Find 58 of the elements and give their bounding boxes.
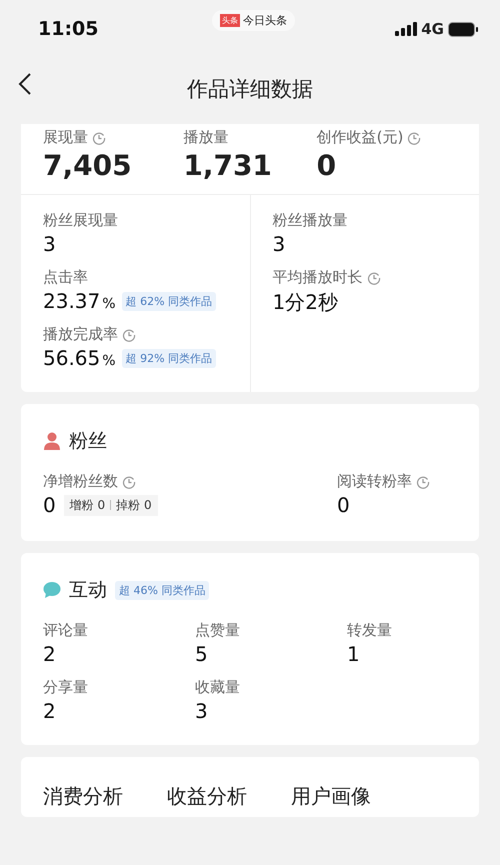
rank-badge: 超 62% 同类作品 bbox=[122, 292, 216, 310]
metric-value: 3 bbox=[43, 232, 56, 256]
metric-label: 点赞量 bbox=[195, 621, 241, 640]
rank-badge: 超 46% 同类作品 bbox=[115, 580, 210, 600]
rank-badge: 超 92% 同类作品 bbox=[122, 348, 216, 368]
metric-label: 粉丝展现量 bbox=[43, 211, 118, 230]
metric-value: 56.65 bbox=[43, 346, 100, 370]
unit-label: % bbox=[102, 353, 116, 369]
metric-label: 阅读转粉率 bbox=[337, 472, 412, 491]
signal-icon bbox=[395, 22, 418, 36]
metric-value: 2 bbox=[43, 699, 57, 723]
analysis-tab[interactable]: 用户画像 bbox=[291, 783, 371, 809]
metric-value: 0 bbox=[43, 493, 56, 517]
metric-value: 3 bbox=[272, 232, 286, 256]
metric-value: 0 bbox=[316, 149, 338, 182]
metric-value: 3 bbox=[195, 699, 209, 723]
status-time: 11:05 bbox=[38, 18, 98, 40]
metric-label: 评论量 bbox=[43, 621, 89, 640]
metric-label: 分享量 bbox=[43, 678, 89, 697]
clock-icon[interactable] bbox=[92, 130, 106, 144]
metric-value: 2 bbox=[43, 642, 57, 666]
section-title: 粉丝 bbox=[69, 429, 107, 454]
gained-count: 增粉 0 bbox=[70, 496, 106, 514]
metric-label: 播放量 bbox=[183, 128, 228, 147]
metric-value: 1分2秒 bbox=[272, 289, 338, 316]
metric-label: 展现量 bbox=[43, 128, 88, 147]
metric-value: 1 bbox=[347, 642, 361, 666]
unit-label: % bbox=[102, 296, 116, 312]
metric-label: 粉丝播放量 bbox=[272, 211, 348, 230]
analysis-tab[interactable]: 消费分析 bbox=[43, 783, 123, 809]
metric-value: 0 bbox=[337, 493, 350, 517]
metric-value: 23.37 bbox=[43, 289, 100, 313]
lost-count: 掉粉 0 bbox=[116, 496, 152, 514]
metric-value: 1,731 bbox=[183, 149, 273, 182]
speech-bubble-icon bbox=[43, 581, 61, 599]
network-label: 4G bbox=[421, 20, 444, 38]
clock-icon[interactable] bbox=[122, 328, 136, 342]
metric-label: 平均播放时长 bbox=[272, 268, 362, 287]
metric-label: 转发量 bbox=[347, 621, 393, 640]
section-title: 互动 bbox=[69, 578, 107, 603]
metric-label: 净增粉丝数 bbox=[43, 472, 118, 491]
page-title: 作品详细数据 bbox=[187, 76, 313, 103]
metric-label: 播放完成率 bbox=[43, 325, 118, 344]
metric-value: 5 bbox=[195, 642, 209, 666]
clock-icon[interactable] bbox=[122, 474, 136, 488]
clock-icon[interactable] bbox=[416, 474, 430, 488]
metric-label: 收藏量 bbox=[195, 678, 241, 697]
battery-icon bbox=[448, 22, 478, 36]
person-icon bbox=[43, 432, 61, 450]
metric-label: 创作收益(元) bbox=[316, 128, 404, 147]
analysis-tab[interactable]: 收益分析 bbox=[167, 783, 247, 809]
clock-icon[interactable] bbox=[366, 270, 380, 284]
back-icon[interactable] bbox=[18, 72, 32, 96]
metric-label: 点击率 bbox=[43, 268, 88, 287]
metric-value: 7,405 bbox=[43, 149, 133, 182]
app-logo: 头条 bbox=[220, 14, 240, 27]
app-name: 今日头条 bbox=[243, 13, 287, 28]
clock-icon[interactable] bbox=[407, 130, 422, 144]
